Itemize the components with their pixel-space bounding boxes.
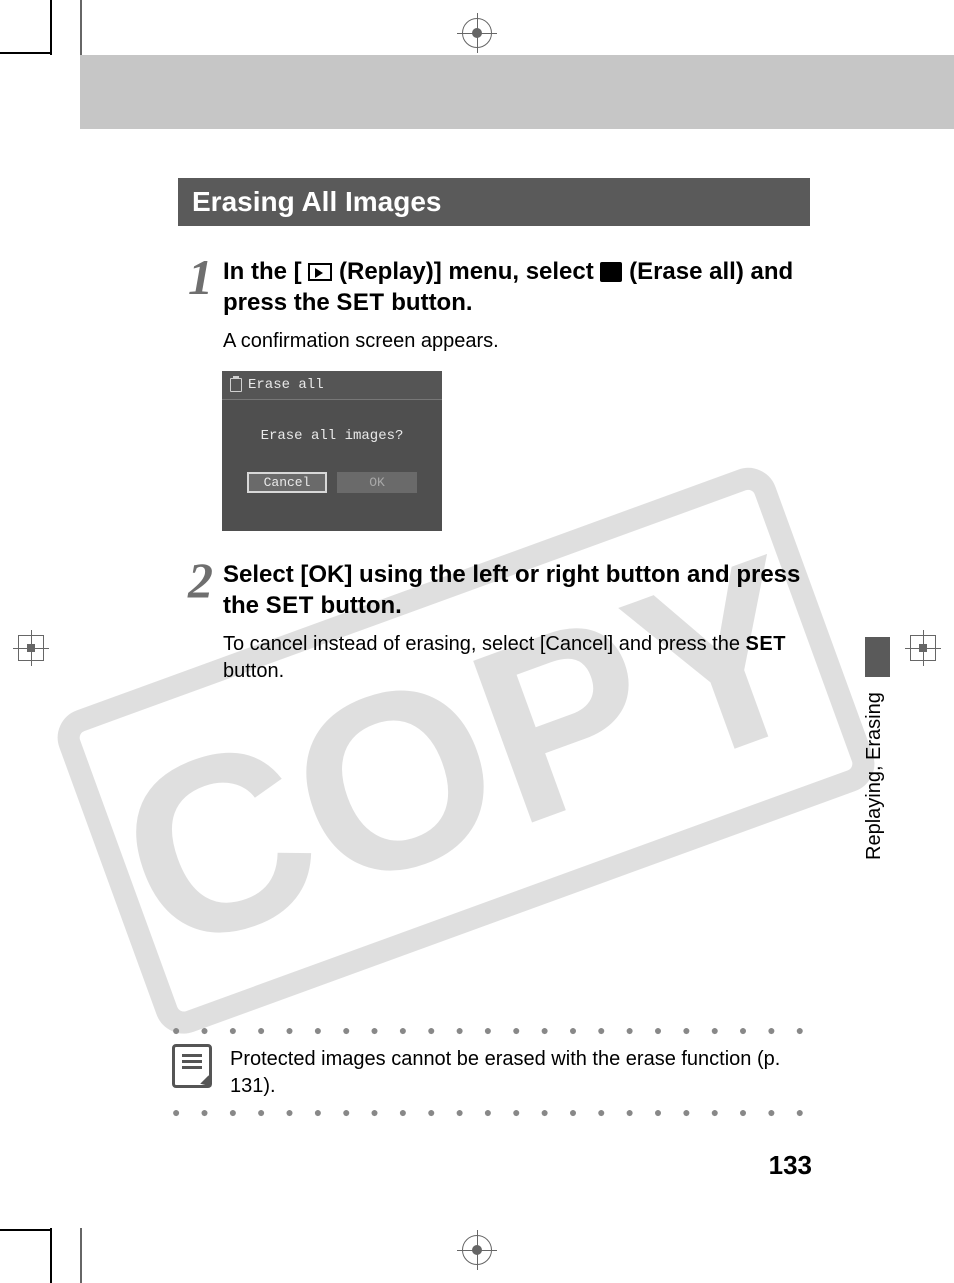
erase-all-icon [600, 262, 622, 282]
screen-title: Erase all [248, 377, 324, 393]
set-button-label: SET [266, 592, 314, 619]
screen-title-bar: Erase all [222, 371, 442, 400]
text: To cancel instead of erasing, select [Ca… [223, 633, 740, 655]
text: button. [321, 592, 402, 619]
crop-mark [80, 1228, 82, 1283]
note-text: Protected images cannot be erased with t… [230, 1042, 812, 1100]
note-icon [172, 1044, 212, 1088]
replay-icon [308, 263, 332, 281]
confirmation-screen: Erase all Erase all images? Cancel OK [222, 371, 442, 531]
crop-mark [0, 52, 52, 54]
step-2-text: To cancel instead of erasing, select [Ca… [223, 631, 808, 685]
step-2-heading: Select [OK] using the left or right butt… [223, 559, 808, 621]
text: button. [223, 660, 284, 682]
registration-mark-icon [462, 1235, 492, 1265]
step-1-heading: In the [ (Replay)] menu, select (Erase a… [223, 256, 808, 318]
step-2: 2 Select [OK] using the left or right bu… [178, 555, 808, 685]
chapter-label: Replaying, Erasing [863, 680, 886, 860]
text: In the [ [223, 258, 302, 285]
step-number: 1 [178, 252, 223, 302]
header-band [80, 55, 954, 129]
page-number: 133 [769, 1150, 812, 1181]
step-1: 1 In the [ (Replay)] menu, select (Erase… [178, 252, 808, 355]
crop-mark [50, 0, 52, 55]
divider-dots: ● ● ● ● ● ● ● ● ● ● ● ● ● ● ● ● ● ● ● ● … [172, 1104, 812, 1120]
text: (Replay)] menu, select [339, 258, 594, 285]
note-callout: ● ● ● ● ● ● ● ● ● ● ● ● ● ● ● ● ● ● ● ● … [172, 1022, 812, 1120]
divider-dots: ● ● ● ● ● ● ● ● ● ● ● ● ● ● ● ● ● ● ● ● … [172, 1022, 812, 1038]
cancel-option: Cancel [247, 472, 327, 493]
set-button-label: SET [336, 289, 384, 316]
chapter-tab [865, 637, 890, 677]
registration-mark-icon [910, 635, 936, 661]
text: button. [391, 289, 472, 316]
screen-prompt: Erase all images? [222, 400, 442, 472]
ok-option: OK [337, 472, 417, 493]
section-title: Erasing All Images [178, 178, 810, 226]
crop-mark [50, 1228, 52, 1283]
registration-mark-icon [462, 18, 492, 48]
registration-mark-icon [18, 635, 44, 661]
step-number: 2 [178, 555, 223, 605]
trash-icon [230, 378, 242, 392]
crop-mark [80, 0, 82, 55]
step-1-text: A confirmation screen appears. [223, 328, 808, 355]
set-button-label: SET [746, 633, 786, 655]
crop-mark [0, 1229, 52, 1231]
